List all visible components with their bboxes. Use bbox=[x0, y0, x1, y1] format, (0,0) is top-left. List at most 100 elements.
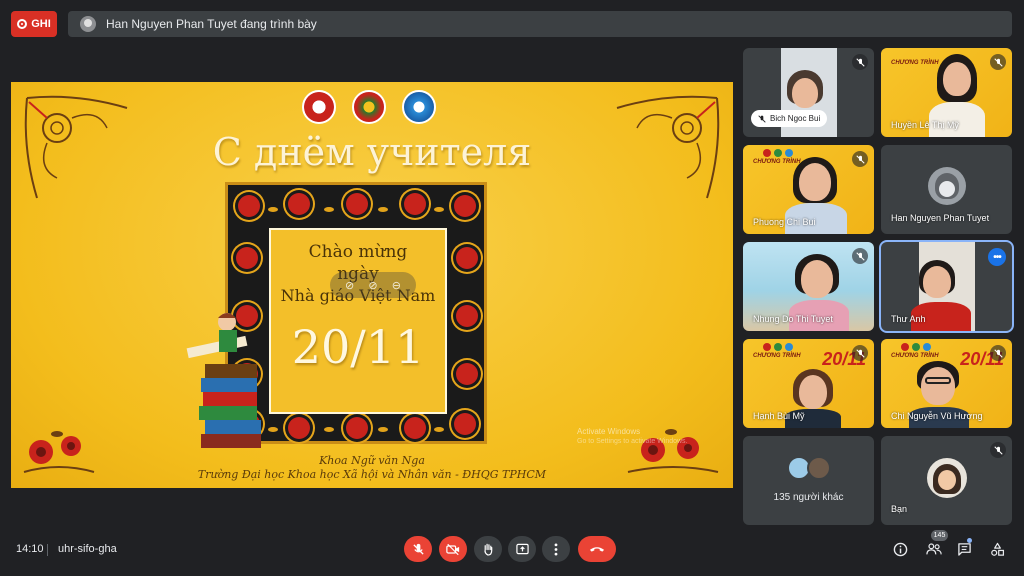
frame-flower bbox=[346, 417, 368, 439]
presenting-text: Han Nguyen Phan Tuyet đang trình bày bbox=[106, 17, 317, 31]
raise-hand-icon bbox=[484, 543, 493, 556]
raise-hand-button[interactable] bbox=[474, 536, 502, 562]
participant-name: Bạn bbox=[891, 504, 908, 514]
activate-windows-watermark: Activate Windows bbox=[577, 427, 641, 436]
more-options-icon[interactable]: ••• bbox=[988, 248, 1006, 266]
student-association-logo bbox=[402, 90, 436, 124]
frame-leaf bbox=[268, 207, 278, 212]
participant-name: Bich Ngoc Bui bbox=[770, 114, 821, 123]
presentation-slide: С днём учителя Chào mừng ngày Nhà giáo V… bbox=[11, 82, 733, 488]
participant-name: Huyền Lê Thị Mỹ bbox=[891, 120, 959, 130]
activities-button[interactable] bbox=[988, 540, 1006, 558]
participant-tile[interactable]: CHƯƠNG TRÌNH 20/11 Hạnh Bùi Mỹ bbox=[743, 339, 874, 428]
end-call-icon bbox=[589, 547, 605, 552]
frame-flower bbox=[456, 305, 478, 327]
university-logo bbox=[302, 90, 336, 124]
frame-leaf bbox=[324, 207, 334, 212]
presenting-banner: Han Nguyen Phan Tuyet đang trình bày bbox=[68, 11, 1012, 37]
video-person bbox=[921, 367, 955, 405]
participant-tile[interactable]: CHƯƠNG TRÌNH Huyền Lê Thị Mỹ bbox=[881, 48, 1012, 137]
background-banner: CHƯƠNG TRÌNH bbox=[753, 159, 801, 165]
frame-flower bbox=[288, 417, 310, 439]
mic-off-icon bbox=[990, 345, 1006, 361]
frame-leaf bbox=[378, 427, 388, 432]
frame-flower bbox=[456, 247, 478, 269]
greeting-line-1: Chào mừng bbox=[308, 242, 408, 262]
recording-badge[interactable]: GHI bbox=[11, 11, 57, 37]
participant-tile[interactable]: ••• Thư Anh bbox=[881, 242, 1012, 331]
presentation-hover-controls[interactable]: ⊘ ⊘ ⊖ bbox=[330, 272, 416, 298]
youth-union-logo bbox=[352, 90, 386, 124]
more-options-button[interactable] bbox=[542, 536, 570, 562]
self-tile[interactable]: Bạn bbox=[881, 436, 1012, 525]
background-banner: CHƯƠNG TRÌNH bbox=[753, 353, 801, 359]
frame-leaf bbox=[434, 207, 444, 212]
mic-off-icon bbox=[852, 151, 868, 167]
people-icon bbox=[926, 543, 942, 555]
meeting-clock: 14:10 bbox=[16, 543, 44, 555]
glasses bbox=[925, 377, 951, 384]
mute-icon[interactable]: ⊘ bbox=[368, 279, 377, 292]
microphone-toggle-button[interactable] bbox=[404, 536, 432, 562]
slide-title: С днём учителя bbox=[212, 130, 532, 174]
participant-name: Thư Anh bbox=[891, 314, 926, 324]
slide-school: Trường Đại học Khoa học Xã hội và Nhân v… bbox=[197, 468, 547, 481]
minimize-icon[interactable]: ⊖ bbox=[392, 279, 401, 292]
present-icon bbox=[515, 543, 529, 555]
frame-leaf bbox=[324, 427, 334, 432]
participant-name-chip: Bich Ngoc Bui bbox=[751, 110, 828, 127]
others-tile[interactable]: 135 người khác bbox=[743, 436, 874, 525]
background-banner: CHƯƠNG TRÌNH bbox=[891, 353, 939, 359]
divider bbox=[47, 544, 48, 556]
people-button[interactable] bbox=[925, 540, 943, 558]
people-count-badge: 145 bbox=[931, 530, 948, 541]
avatar bbox=[927, 458, 967, 498]
participant-tile[interactable]: Nhung Do Thi Tuyet bbox=[743, 242, 874, 331]
books-illustration bbox=[186, 313, 261, 448]
video-person bbox=[801, 260, 833, 298]
frame-leaf bbox=[434, 427, 444, 432]
recording-label: GHI bbox=[31, 18, 51, 30]
frame-flower bbox=[404, 417, 426, 439]
record-icon bbox=[17, 19, 28, 29]
participant-name: Chi Nguyễn Vũ Hương bbox=[891, 411, 983, 421]
mic-off-icon bbox=[990, 442, 1006, 458]
avatar bbox=[928, 167, 966, 205]
camera-toggle-button[interactable] bbox=[439, 536, 467, 562]
meeting-code: uhr-sifo-gha bbox=[58, 543, 117, 555]
participant-tile[interactable]: Bich Ngoc Bui bbox=[743, 48, 874, 137]
video-person bbox=[799, 163, 831, 201]
others-count: 135 người khác bbox=[773, 492, 844, 503]
mic-off-icon bbox=[758, 114, 766, 123]
frame-flower bbox=[346, 193, 368, 215]
pin-icon[interactable]: ⊘ bbox=[345, 279, 354, 292]
slide-department: Khoa Ngữ văn Nga bbox=[319, 454, 425, 467]
mic-off-icon bbox=[990, 54, 1006, 70]
frame-flower bbox=[404, 193, 426, 215]
avatar bbox=[807, 456, 831, 480]
chat-icon bbox=[957, 543, 971, 556]
video-person bbox=[799, 375, 827, 409]
video-person bbox=[923, 266, 951, 298]
presenter-avatar bbox=[80, 16, 96, 32]
present-now-button[interactable] bbox=[508, 536, 536, 562]
video-person bbox=[943, 62, 971, 96]
frame-flower bbox=[456, 363, 478, 385]
leave-call-button[interactable] bbox=[578, 536, 616, 562]
greeting-date: 20/11 bbox=[291, 320, 425, 374]
participant-tile[interactable]: Han Nguyen Phan Tuyet bbox=[881, 145, 1012, 234]
participant-name: Nhung Do Thi Tuyet bbox=[753, 314, 833, 324]
meeting-details-button[interactable] bbox=[891, 540, 909, 558]
frame-leaf bbox=[378, 207, 388, 212]
frame-flower bbox=[238, 195, 260, 217]
participant-name: Han Nguyen Phan Tuyet bbox=[891, 213, 990, 223]
frame-flower bbox=[236, 247, 258, 269]
background-logos bbox=[763, 343, 793, 351]
participant-tile[interactable]: CHƯƠNG TRÌNH Phuong Chi Bui bbox=[743, 145, 874, 234]
participant-tile[interactable]: CHƯƠNG TRÌNH 20/11 Chi Nguyễn Vũ Hương bbox=[881, 339, 1012, 428]
background-logos bbox=[901, 343, 931, 351]
more-options-icon bbox=[554, 542, 558, 556]
slide-logos bbox=[302, 90, 436, 124]
mic-off-icon bbox=[412, 543, 424, 555]
participant-name: Hạnh Bùi Mỹ bbox=[753, 411, 805, 421]
